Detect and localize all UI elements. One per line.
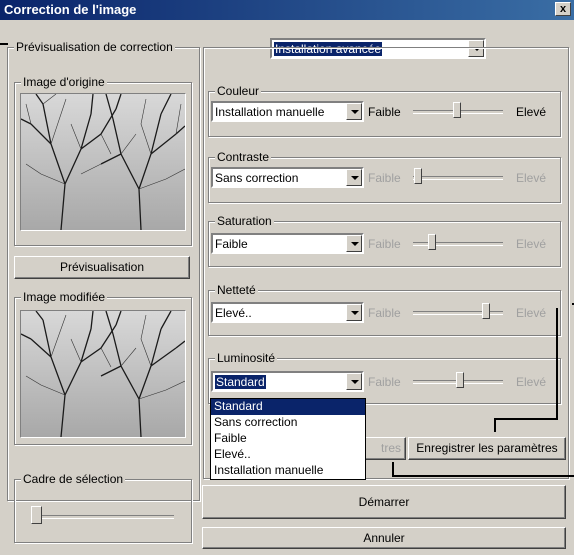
- callout-line-bottom-tick: [392, 462, 394, 477]
- original-image: [20, 93, 186, 231]
- contrast-select[interactable]: Sans correction: [211, 167, 364, 188]
- saturation-high-label: Elevé: [516, 237, 547, 251]
- selection-frame-thumb[interactable]: [31, 506, 42, 524]
- contrast-legend: Contraste: [215, 150, 272, 164]
- brightness-dropdown-list: Standard Sans correction Faible Elevé.. …: [210, 398, 366, 480]
- contrast-slider-thumb[interactable]: [414, 168, 422, 184]
- save-settings-button[interactable]: Enregistrer les paramètres: [408, 437, 566, 460]
- color-legend: Couleur: [215, 84, 262, 98]
- callout-line-horizontal: [494, 418, 558, 420]
- callout-line-left: [0, 43, 8, 45]
- modified-image-legend: Image modifiée: [21, 290, 108, 304]
- sharpness-high-label: Elevé: [516, 306, 547, 320]
- tree-photo-original: [21, 94, 185, 230]
- load-settings-button-partial-label: tres: [380, 441, 401, 455]
- saturation-slider-thumb[interactable]: [428, 234, 436, 250]
- contrast-low-label: Faible: [368, 171, 401, 185]
- title-bar: Correction de l'image x: [0, 0, 574, 20]
- chevron-down-icon[interactable]: [346, 304, 362, 321]
- sharpness-select[interactable]: Elevé..: [211, 302, 364, 323]
- chevron-down-icon[interactable]: [346, 103, 362, 120]
- saturation-select[interactable]: Faible: [211, 233, 364, 254]
- brightness-legend: Luminosité: [215, 351, 278, 365]
- selection-frame-track: [34, 515, 174, 519]
- close-button[interactable]: x: [555, 2, 571, 16]
- dropdown-option-faible[interactable]: Faible: [211, 431, 365, 447]
- color-slider-thumb[interactable]: [453, 102, 461, 118]
- correction-dialog: Correction de l'image x Prévisualisation…: [0, 0, 574, 555]
- sharpness-low-label: Faible: [368, 306, 401, 320]
- brightness-select[interactable]: Standard: [211, 371, 364, 392]
- sharpness-legend: Netteté: [215, 283, 258, 297]
- dropdown-option-eleve[interactable]: Elevé..: [211, 447, 365, 463]
- preview-button[interactable]: Prévisualisation: [14, 256, 190, 279]
- chevron-down-icon[interactable]: [346, 169, 362, 186]
- contrast-slider-track: [413, 176, 503, 180]
- chevron-down-icon[interactable]: [346, 235, 362, 252]
- selection-frame-legend: Cadre de sélection: [21, 472, 126, 486]
- brightness-select-value: Standard: [215, 375, 266, 389]
- dropdown-option-sans-correction[interactable]: Sans correction: [211, 415, 365, 431]
- color-select[interactable]: Installation manuelle: [211, 101, 364, 122]
- sharpness-slider-thumb[interactable]: [482, 303, 490, 319]
- chevron-down-icon[interactable]: [346, 373, 362, 390]
- start-button[interactable]: Démarrer: [202, 485, 566, 519]
- modified-image: [20, 310, 186, 438]
- callout-line-vertical: [556, 308, 558, 420]
- saturation-legend: Saturation: [215, 214, 274, 228]
- callout-line-tick: [494, 418, 496, 432]
- saturation-select-value: Faible: [215, 237, 248, 251]
- brightness-slider-thumb[interactable]: [456, 372, 464, 388]
- cancel-button[interactable]: Annuler: [202, 527, 566, 549]
- contrast-select-value: Sans correction: [215, 171, 299, 185]
- brightness-high-label: Elevé: [516, 375, 547, 389]
- saturation-low-label: Faible: [368, 237, 401, 251]
- brightness-low-label: Faible: [368, 375, 401, 389]
- dropdown-option-installation-manuelle[interactable]: Installation manuelle: [211, 463, 365, 479]
- callout-line-bottom: [392, 475, 574, 477]
- window-title: Correction de l'image: [4, 2, 137, 17]
- color-select-value: Installation manuelle: [215, 105, 325, 119]
- color-high-label: Elevé: [516, 105, 547, 119]
- saturation-slider-track: [413, 242, 503, 246]
- sharpness-select-value: Elevé..: [215, 306, 252, 320]
- color-low-label: Faible: [368, 105, 401, 119]
- tree-photo-modified: [21, 311, 185, 437]
- dropdown-option-standard[interactable]: Standard: [211, 399, 365, 415]
- contrast-high-label: Elevé: [516, 171, 547, 185]
- original-image-legend: Image d'origine: [21, 75, 107, 89]
- preview-correction-legend: Prévisualisation de correction: [14, 40, 175, 54]
